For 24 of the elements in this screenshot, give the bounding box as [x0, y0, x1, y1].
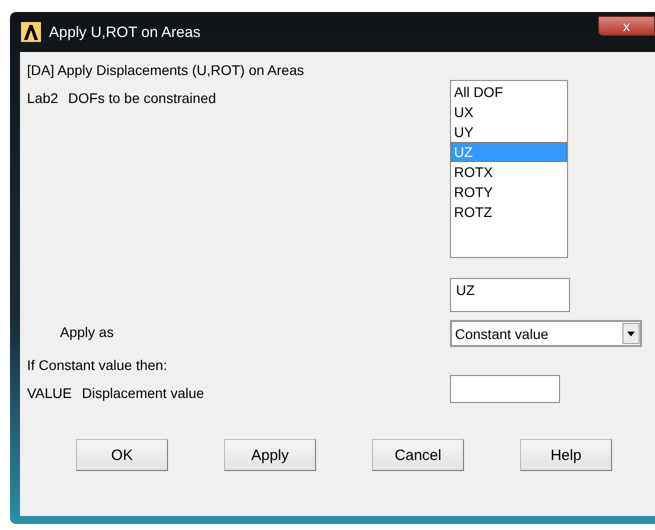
close-button[interactable]: x	[598, 16, 655, 36]
dialog-button[interactable]: Cancel	[372, 439, 464, 471]
field-label: Apply as	[60, 324, 114, 340]
window-title: Apply U,ROT on Areas	[49, 24, 200, 40]
value-field[interactable]	[450, 375, 560, 403]
dof-list[interactable]: All DOF UX UY UZ ROTX ROTY ROTZ	[450, 80, 568, 258]
dialog-heading: [DA] Apply Displacements (U,ROT) on Areas	[27, 62, 304, 78]
list-item[interactable]: All DOF	[451, 82, 567, 102]
logo-icon	[21, 22, 41, 42]
dialog-button[interactable]: OK	[76, 439, 168, 471]
field-label: DOFs to be constrained	[68, 90, 216, 108]
dof-field[interactable]: UZ	[450, 278, 570, 312]
field-code: Lab2	[27, 90, 58, 108]
list-item[interactable]: ROTY	[451, 182, 567, 202]
list-item[interactable]: ROTZ	[451, 202, 567, 222]
field-label: Displacement value	[82, 385, 204, 403]
dialog-button[interactable]: Apply	[224, 439, 316, 471]
list-item[interactable]: UX	[451, 102, 567, 122]
field-code: VALUE	[27, 385, 72, 403]
list-item[interactable]: ROTX	[451, 162, 567, 182]
apply-as-dropdown[interactable]: Constant value	[450, 320, 642, 347]
dialog-button[interactable]: Help	[520, 439, 612, 471]
section-note: If Constant value then:	[27, 357, 168, 373]
list-item[interactable]: UY	[451, 122, 567, 142]
